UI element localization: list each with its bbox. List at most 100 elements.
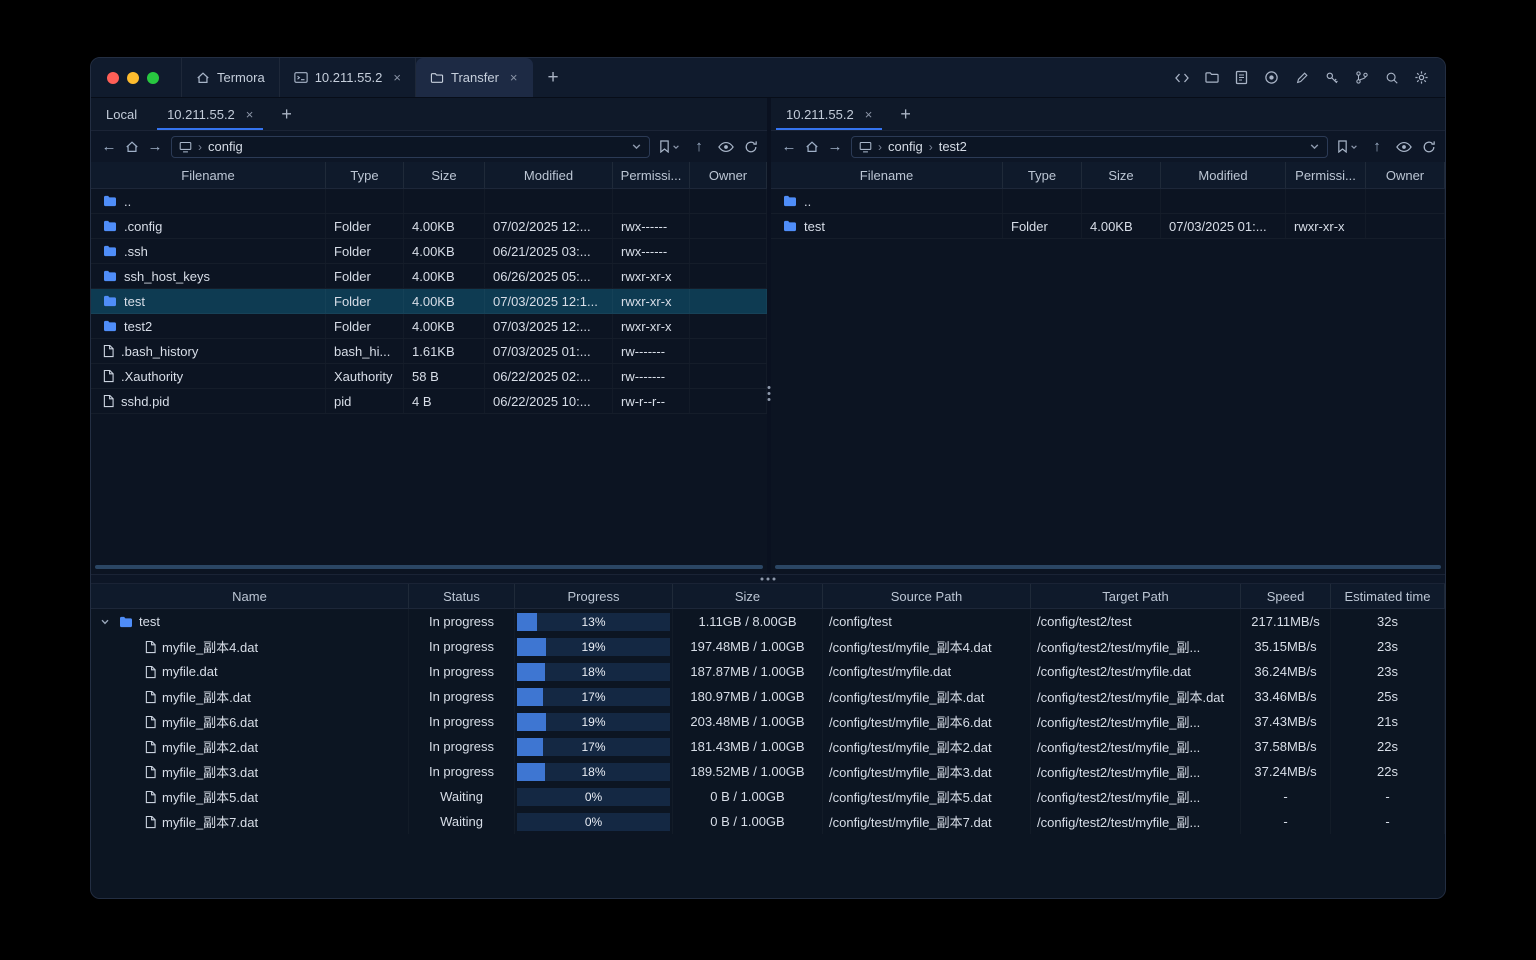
transfer-row[interactable]: test In progress 13% 1.11GB / 8.00GB/config… <box>91 609 1445 634</box>
path-crumb[interactable]: test2 <box>939 139 967 154</box>
close-window-button[interactable] <box>107 71 119 84</box>
col-owner[interactable]: Owner <box>690 162 767 188</box>
table-row[interactable]: .Xauthority Xauthority 58 B 06/22/2025 02:.… <box>91 364 767 389</box>
transfer-row[interactable]: myfile_副本.dat In progress 17% 180.97MB / 1.… <box>91 684 1445 709</box>
col-status[interactable]: Status <box>409 584 515 608</box>
cell-permissions: rwx------ <box>613 214 690 238</box>
bookmark-icon[interactable] <box>659 140 680 153</box>
col-name[interactable]: Name <box>91 584 409 608</box>
horizontal-scrollbar[interactable] <box>775 565 1441 569</box>
col-size[interactable]: Size <box>404 162 485 188</box>
table-row[interactable]: test2 Folder 4.00KB 07/03/2025 12:... rwxr-x… <box>91 314 767 339</box>
transfer-filename: myfile_副本5.dat <box>162 790 259 805</box>
table-row[interactable]: .bash_history bash_hi... 1.61KB 07/03/2025 … <box>91 339 767 364</box>
show-hidden-eye-icon[interactable] <box>1396 141 1412 153</box>
col-permissions[interactable]: Permissi... <box>613 162 690 188</box>
settings-icon[interactable] <box>1413 69 1430 86</box>
col-type[interactable]: Type <box>1003 162 1082 188</box>
path-dropdown-icon[interactable] <box>1309 141 1320 152</box>
table-row[interactable]: .. <box>91 189 767 214</box>
transfer-row[interactable]: myfile_副本4.dat In progress 19% 197.48MB / 1… <box>91 634 1445 659</box>
col-modified[interactable]: Modified <box>485 162 613 188</box>
col-size[interactable]: Size <box>673 584 823 608</box>
tab-terminal-session[interactable]: 10.211.55.2 × <box>280 58 416 97</box>
refresh-icon[interactable] <box>744 140 758 154</box>
col-progress[interactable]: Progress <box>515 584 673 608</box>
record-icon[interactable] <box>1263 69 1280 86</box>
bookmark-icon[interactable] <box>1337 140 1358 153</box>
col-target-path[interactable]: Target Path <box>1031 584 1241 608</box>
transfer-row[interactable]: myfile_副本7.dat Waiting 0% 0 B / 1.00GB/conf… <box>91 809 1445 834</box>
back-button[interactable]: ← <box>780 139 798 154</box>
folder-icon[interactable] <box>1203 69 1220 86</box>
col-estimated-time[interactable]: Estimated time <box>1331 584 1445 608</box>
cell-owner <box>690 389 767 413</box>
show-hidden-eye-icon[interactable] <box>718 141 734 153</box>
transfer-row[interactable]: myfile.dat In progress 18% 187.87MB / 1.00G… <box>91 659 1445 684</box>
transfer-splitter[interactable] <box>91 574 1445 584</box>
close-icon[interactable]: × <box>393 70 401 85</box>
new-terminal-tab-button[interactable]: + <box>533 58 574 97</box>
code-icon[interactable] <box>1173 69 1190 86</box>
forward-button[interactable]: → <box>826 139 844 154</box>
path-bar[interactable]: › config › test2 <box>851 135 1328 158</box>
git-branch-icon[interactable] <box>1353 69 1370 86</box>
right-file-pane: 10.211.55.2 × + ← → › config › test2 ↑ F… <box>771 98 1445 574</box>
tab-transfer[interactable]: Transfer × <box>416 58 533 97</box>
transfer-row[interactable]: myfile_副本2.dat In progress 17% 181.43MB / 1… <box>91 734 1445 759</box>
path-dropdown-icon[interactable] <box>631 141 642 152</box>
tab-termora[interactable]: Termora <box>181 58 280 97</box>
col-owner[interactable]: Owner <box>1366 162 1445 188</box>
table-row[interactable]: test Folder 4.00KB 07/03/2025 12:1... rwxr-x… <box>91 289 767 314</box>
path-bar[interactable]: › config <box>171 135 650 158</box>
table-row[interactable]: test Folder 4.00KB 07/03/2025 01:... rwxr-xr… <box>771 214 1445 239</box>
path-crumb[interactable]: config <box>208 139 243 154</box>
home-button[interactable] <box>125 140 139 154</box>
col-type[interactable]: Type <box>326 162 404 188</box>
transfer-target-path: /config/test2/test/myfile_副... <box>1031 784 1241 809</box>
col-filename[interactable]: Filename <box>91 162 326 188</box>
new-file-tab-button[interactable]: + <box>887 98 924 130</box>
key-icon[interactable] <box>1323 69 1340 86</box>
tab-remote-session[interactable]: 10.211.55.2 × <box>152 98 268 130</box>
cell-owner <box>690 364 767 388</box>
col-permissions[interactable]: Permissi... <box>1286 162 1366 188</box>
tab-local[interactable]: Local <box>91 98 152 130</box>
log-icon[interactable] <box>1233 69 1250 86</box>
table-row[interactable]: .config Folder 4.00KB 07/02/2025 12:... rwx-… <box>91 214 767 239</box>
zoom-window-button[interactable] <box>147 71 159 84</box>
horizontal-scrollbar[interactable] <box>95 565 763 569</box>
table-row[interactable]: ssh_host_keys Folder 4.00KB 06/26/2025 05:.… <box>91 264 767 289</box>
table-row[interactable]: sshd.pid pid 4 B 06/22/2025 10:... rw-r--r-- <box>91 389 767 414</box>
transfer-row[interactable]: myfile_副本5.dat Waiting 0% 0 B / 1.00GB/conf… <box>91 784 1445 809</box>
new-file-tab-button[interactable]: + <box>268 98 305 130</box>
col-modified[interactable]: Modified <box>1161 162 1286 188</box>
close-icon[interactable]: × <box>246 107 254 122</box>
cell-size: 4.00KB <box>404 239 485 263</box>
tab-label: Termora <box>217 70 265 85</box>
home-button[interactable] <box>805 140 819 154</box>
col-filename[interactable]: Filename <box>771 162 1003 188</box>
search-icon[interactable] <box>1383 69 1400 86</box>
forward-button[interactable]: → <box>146 139 164 154</box>
progress-bar: 0% <box>517 812 670 831</box>
minimize-window-button[interactable] <box>127 71 139 84</box>
pencil-icon[interactable] <box>1293 69 1310 86</box>
path-crumb[interactable]: config <box>888 139 923 154</box>
table-row[interactable]: .. <box>771 189 1445 214</box>
transfer-row[interactable]: myfile_副本6.dat In progress 19% 203.48MB / 1… <box>91 709 1445 734</box>
refresh-icon[interactable] <box>1422 140 1436 154</box>
close-icon[interactable]: × <box>510 70 518 85</box>
upload-button[interactable]: ↑ <box>690 139 708 154</box>
upload-button[interactable]: ↑ <box>1368 139 1386 154</box>
transfer-row[interactable]: myfile_副本3.dat In progress 18% 189.52MB / 1… <box>91 759 1445 784</box>
close-icon[interactable]: × <box>865 107 873 122</box>
table-row[interactable]: .ssh Folder 4.00KB 06/21/2025 03:... rwx----… <box>91 239 767 264</box>
tab-remote-session[interactable]: 10.211.55.2 × <box>771 98 887 130</box>
col-speed[interactable]: Speed <box>1241 584 1331 608</box>
col-size[interactable]: Size <box>1082 162 1161 188</box>
progress-label: 17% <box>581 739 606 754</box>
chevron-down-icon[interactable] <box>97 617 113 627</box>
col-source-path[interactable]: Source Path <box>823 584 1031 608</box>
back-button[interactable]: ← <box>100 139 118 154</box>
